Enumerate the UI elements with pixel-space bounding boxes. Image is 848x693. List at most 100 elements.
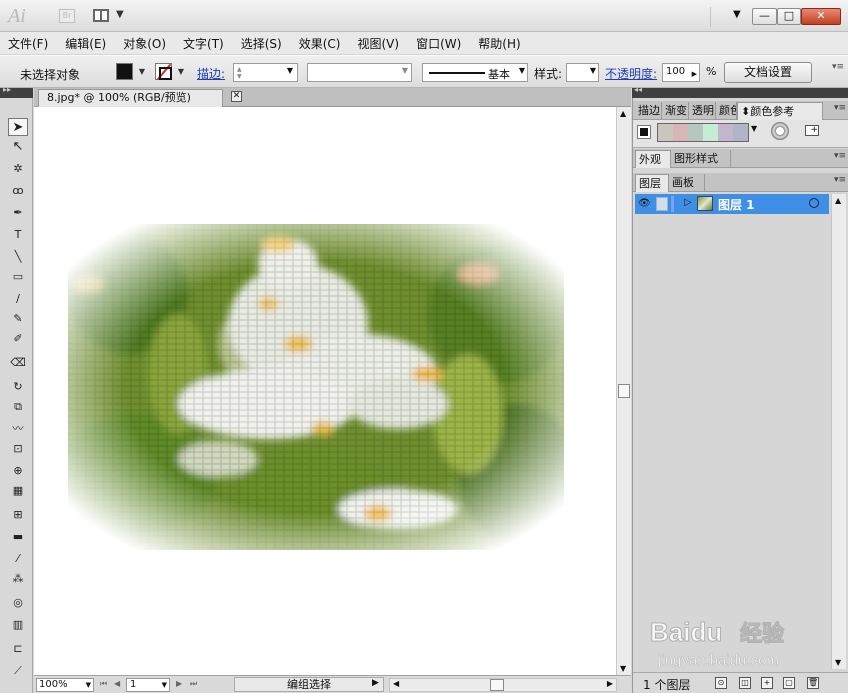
menu-effect[interactable]: 效果(C) xyxy=(299,35,341,52)
menu-view[interactable]: 视图(V) xyxy=(357,35,399,52)
opacity-input[interactable]: 100 ▶ xyxy=(662,63,700,82)
paintbrush-tool-icon[interactable]: ∕ xyxy=(8,290,28,308)
new-layer-icon[interactable]: ▢ xyxy=(783,677,795,689)
tab-layers[interactable]: 图层 xyxy=(635,174,669,192)
horizontal-scrollbar[interactable]: ◀ ▶ xyxy=(389,678,617,692)
layer-name[interactable]: 图层 1 xyxy=(718,196,755,213)
expand-triangle-icon[interactable]: ▷ xyxy=(684,197,692,208)
tab-stroke[interactable]: 描边 xyxy=(635,102,662,120)
panel-menu-icon[interactable]: ▾≡ xyxy=(834,103,846,113)
panel-menu-icon[interactable]: ▾≡ xyxy=(834,151,846,161)
status-menu-arrow-icon[interactable]: ▶ xyxy=(372,678,379,688)
scale-tool-icon[interactable]: ⧉ xyxy=(8,398,28,416)
color-wheel-icon[interactable] xyxy=(771,122,789,140)
shape-builder-tool-icon[interactable]: ⊕ xyxy=(8,462,28,480)
tab-appearance[interactable]: 外观 xyxy=(635,150,671,168)
target-icon[interactable] xyxy=(809,198,819,208)
expand-icon[interactable]: ◂◂ xyxy=(634,85,642,94)
chevron-down-icon[interactable]: ▼ xyxy=(590,66,596,75)
tab-color-guide[interactable]: ⬍颜色参考 xyxy=(737,102,823,120)
chevron-down-icon[interactable]: ▼ xyxy=(519,66,525,75)
zoom-level-field[interactable]: 100% ▼ xyxy=(36,678,94,692)
tab-transparency[interactable]: 透明 xyxy=(689,102,716,120)
rotate-tool-icon[interactable]: ↻ xyxy=(8,378,28,396)
selection-tool-icon[interactable]: ➤ xyxy=(8,118,28,136)
layers-scrollbar[interactable]: ▲ ▼ xyxy=(831,194,846,669)
pencil-tool-icon[interactable]: ✎ xyxy=(8,310,28,328)
last-artboard-icon[interactable]: ⏭ xyxy=(190,679,197,689)
harmony-swatch[interactable] xyxy=(658,124,673,141)
type-tool-icon[interactable]: T xyxy=(8,226,28,244)
scroll-right-icon[interactable]: ▶ xyxy=(607,679,613,688)
make-clipping-mask-icon[interactable]: ◫ xyxy=(739,677,751,689)
scroll-down-icon[interactable]: ▼ xyxy=(620,664,626,673)
panel-menu-icon[interactable]: ▾≡ xyxy=(834,175,846,185)
scroll-up-icon[interactable]: ▲ xyxy=(835,196,841,205)
chevron-down-icon[interactable]: ▼ xyxy=(162,679,167,691)
stroke-panel-link[interactable]: 描边: xyxy=(197,65,225,82)
menu-object[interactable]: 对象(O) xyxy=(123,35,166,52)
graphic-style-picker[interactable]: ▼ xyxy=(566,63,599,82)
eyedropper-tool-icon[interactable]: ⁄ xyxy=(8,550,28,568)
scroll-thumb[interactable] xyxy=(490,679,504,691)
harmony-swatch[interactable] xyxy=(688,124,703,141)
tab-color[interactable]: 颜色 xyxy=(716,102,737,120)
stroke-weight-spinner-icon[interactable]: ▲ ▼ xyxy=(237,66,242,80)
maximize-button[interactable]: □ xyxy=(777,8,801,25)
chevron-down-icon[interactable]: ▼ xyxy=(86,679,91,691)
artboard-number-field[interactable]: 1 ▼ xyxy=(126,678,170,692)
blob-brush-tool-icon[interactable]: ✐ xyxy=(8,330,28,348)
gradient-tool-icon[interactable]: ▬ xyxy=(8,528,28,546)
stroke-color-swatch[interactable] xyxy=(155,63,172,80)
free-transform-tool-icon[interactable]: ⊡ xyxy=(8,440,28,458)
opacity-panel-link[interactable]: 不透明度: xyxy=(605,65,657,82)
arrange-documents-icon[interactable] xyxy=(93,9,109,22)
locate-object-icon[interactable]: ⊙ xyxy=(715,677,727,689)
scroll-left-icon[interactable]: ◀ xyxy=(393,679,399,688)
chevron-down-icon[interactable]: ▼ xyxy=(402,66,408,75)
rectangle-tool-icon[interactable]: ▭ xyxy=(8,268,28,286)
fill-dropdown-chevron-icon[interactable]: ▼ xyxy=(137,63,147,80)
mesh-tool-icon[interactable]: ⊞ xyxy=(8,506,28,524)
previous-artboard-icon[interactable]: ◀ xyxy=(114,679,120,688)
next-artboard-icon[interactable]: ▶ xyxy=(176,679,182,688)
control-panel-menu-icon[interactable]: ▾≡ xyxy=(832,62,844,72)
harmony-swatch[interactable] xyxy=(673,124,688,141)
status-tool-display[interactable]: 编组选择 xyxy=(234,677,384,692)
artboard-tool-icon[interactable]: ⊏ xyxy=(8,640,28,658)
symbol-sprayer-tool-icon[interactable]: ◎ xyxy=(8,594,28,612)
document-tab[interactable]: 8.jpg* @ 100% (RGB/预览) xyxy=(38,89,223,107)
delete-layer-icon[interactable]: 🗑 xyxy=(807,677,819,689)
layer-row[interactable]: 👁 ▷ 图层 1 xyxy=(635,194,829,214)
tab-gradient[interactable]: 渐变 xyxy=(662,102,689,120)
line-tool-icon[interactable]: ╲ xyxy=(8,248,28,266)
eye-icon[interactable]: 👁 xyxy=(638,198,651,209)
chevron-right-icon[interactable]: ▶ xyxy=(692,66,697,82)
column-graph-tool-icon[interactable]: ▥ xyxy=(8,616,28,634)
harmony-swatch[interactable] xyxy=(733,124,748,141)
close-icon[interactable]: ✕ xyxy=(231,91,242,102)
menu-type[interactable]: 文字(T) xyxy=(183,35,224,52)
magic-wand-tool-icon[interactable]: ✲ xyxy=(8,160,28,178)
harmony-swatch[interactable] xyxy=(718,124,733,141)
first-artboard-icon[interactable]: ⏮ xyxy=(100,679,107,689)
harmony-swatch[interactable] xyxy=(703,124,718,141)
tab-artboards[interactable]: 画板 xyxy=(669,174,705,192)
fill-color-swatch[interactable] xyxy=(116,63,133,80)
eraser-tool-icon[interactable]: ⌫ xyxy=(8,354,28,372)
scroll-down-icon[interactable]: ▼ xyxy=(835,658,841,667)
panel-dock-header[interactable]: ◂◂ xyxy=(632,85,848,98)
mosaic-flower-image[interactable] xyxy=(58,224,578,550)
lasso-tool-icon[interactable]: ꝏ xyxy=(8,182,28,200)
blend-tool-icon[interactable]: ⁂ xyxy=(8,570,28,588)
chevron-down-icon[interactable]: ▼ xyxy=(287,66,293,75)
slice-tool-icon[interactable]: ⟋ xyxy=(8,662,28,680)
current-color-swatch[interactable] xyxy=(637,125,651,139)
minimize-button[interactable]: — xyxy=(752,8,777,25)
menu-edit[interactable]: 编辑(E) xyxy=(65,35,106,52)
perspective-grid-tool-icon[interactable]: ▦ xyxy=(8,482,28,500)
harmony-rules-chevron-icon[interactable]: ▼ xyxy=(751,124,757,133)
tools-panel-header[interactable]: ▸▸ xyxy=(0,85,33,98)
save-color-group-icon[interactable]: + xyxy=(805,125,819,136)
stroke-weight-field[interactable]: ▲ ▼ ▼ xyxy=(233,63,298,82)
